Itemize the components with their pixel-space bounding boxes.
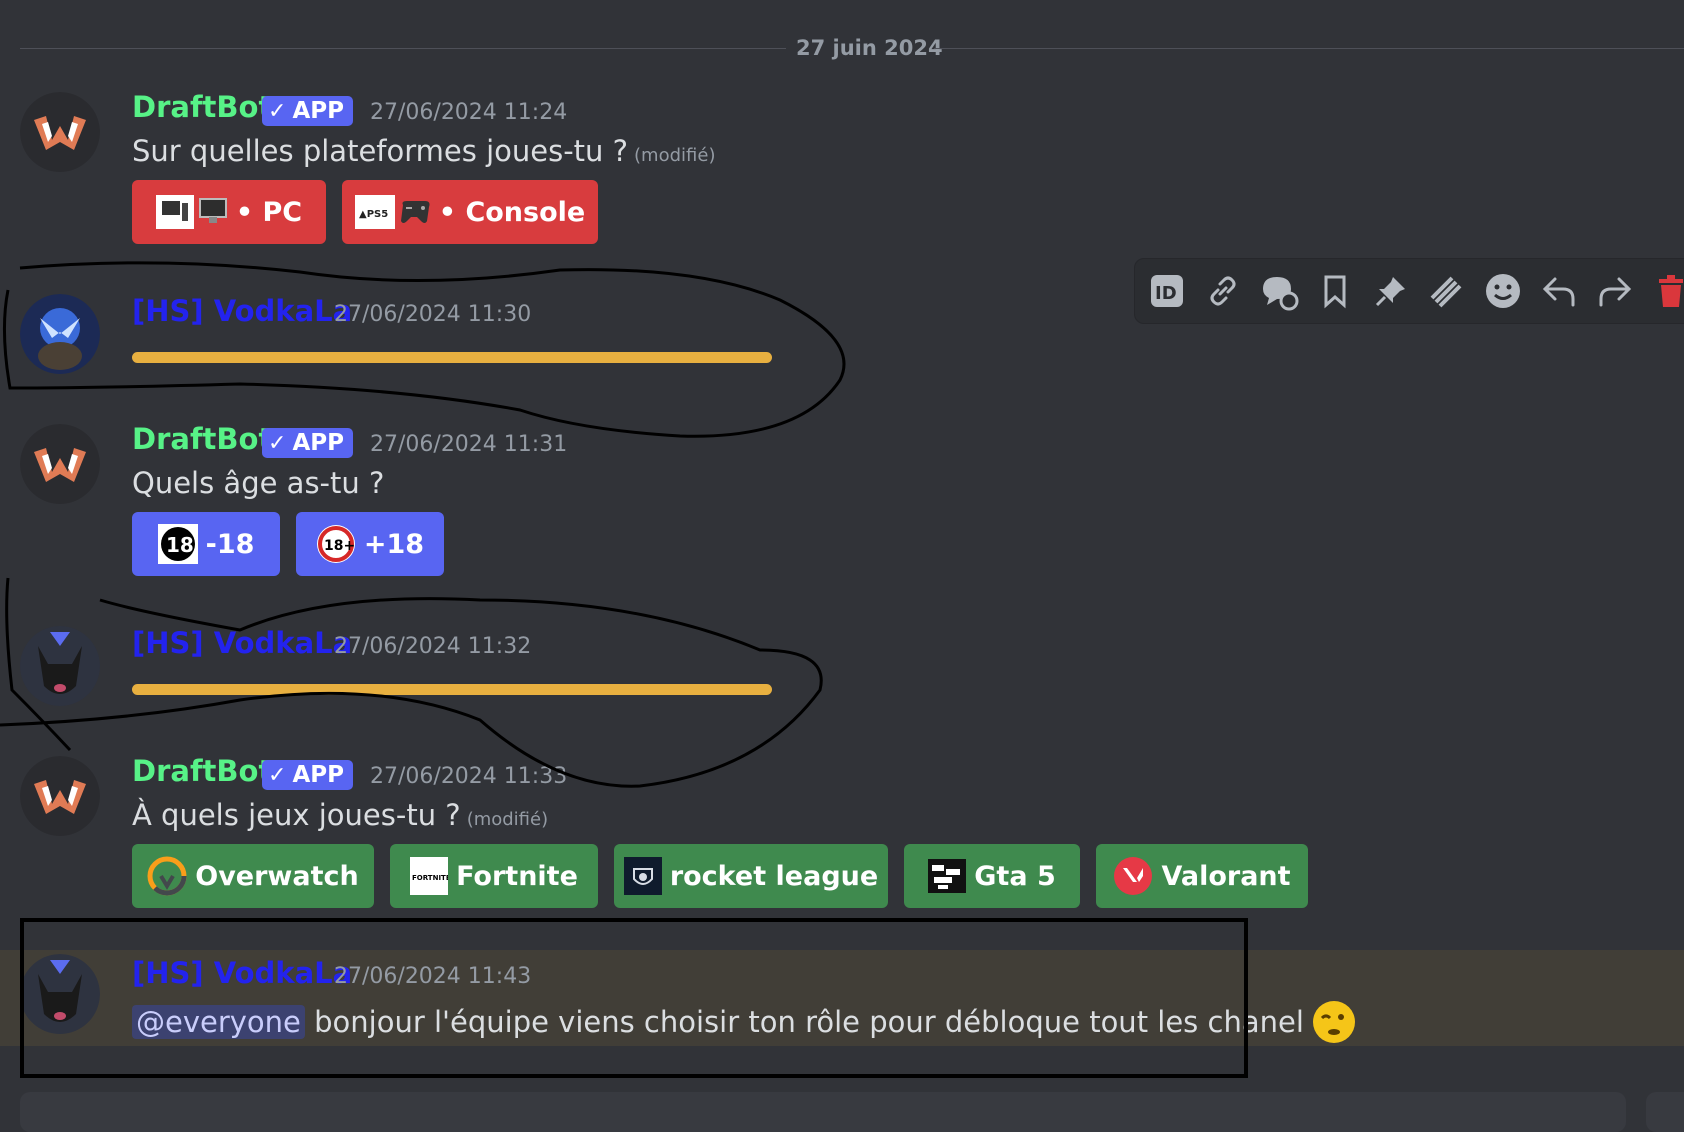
annotation-ellipse (2, 261, 846, 438)
message-composer[interactable] (20, 1092, 1626, 1132)
annotation-ellipse (0, 577, 823, 788)
composer-side-panel[interactable] (1646, 1092, 1684, 1132)
annotation-overlay (0, 261, 1248, 1078)
annotation-box (20, 918, 1248, 1078)
